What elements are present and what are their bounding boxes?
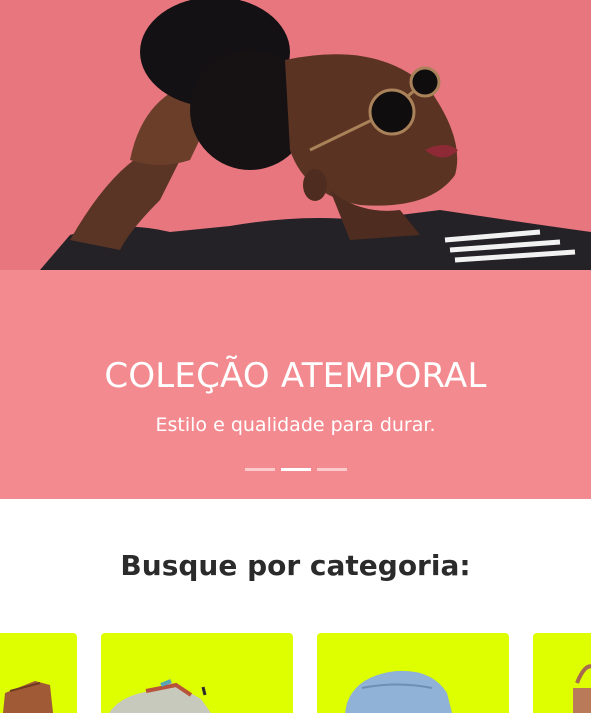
bag-icon	[573, 664, 591, 713]
page: COLEÇÃO ATEMPORAL Estilo e qualidade par…	[0, 0, 591, 713]
carousel-indicator-1[interactable]	[244, 468, 275, 471]
boot-icon	[3, 681, 53, 713]
hero-banner: COLEÇÃO ATEMPORAL Estilo e qualidade par…	[0, 270, 591, 499]
hero-title: COLEÇÃO ATEMPORAL	[104, 356, 487, 396]
carousel-indicators	[0, 468, 591, 471]
category-heading: Busque por categoria:	[120, 549, 471, 582]
sneaker-icon	[109, 679, 211, 713]
hero-subtitle: Estilo e qualidade para durar.	[155, 414, 436, 436]
category-card-sneakers[interactable]	[101, 633, 293, 713]
category-card-boots[interactable]	[0, 633, 77, 713]
carousel-indicator-3[interactable]	[316, 468, 347, 471]
denim-icon	[345, 670, 452, 713]
carousel-indicator-2[interactable]	[280, 468, 311, 471]
hero-image	[0, 0, 591, 270]
category-card-bags[interactable]	[533, 633, 591, 713]
category-card-denim[interactable]	[317, 633, 509, 713]
